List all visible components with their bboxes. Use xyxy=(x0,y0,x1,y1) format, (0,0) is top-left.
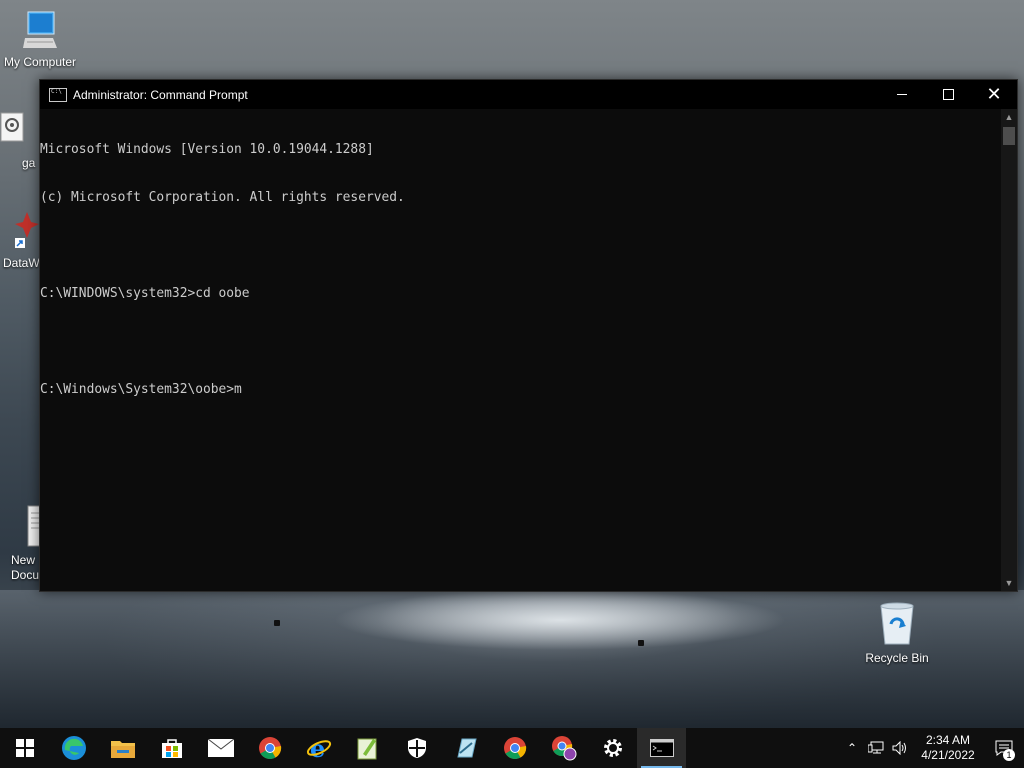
desktop-icon-dataw[interactable]: DataW xyxy=(0,210,40,270)
computer-icon xyxy=(0,10,80,53)
minimize-button[interactable] xyxy=(879,80,925,109)
console-line: Microsoft Windows [Version 10.0.19044.12… xyxy=(40,142,374,157)
scrollbar-thumb[interactable] xyxy=(1003,127,1015,145)
action-center-button[interactable]: 1 xyxy=(984,740,1024,761)
desktop-icon-my-computer[interactable]: My Computer xyxy=(0,10,80,69)
desktop-icon-label: DataW xyxy=(3,256,40,270)
edge-icon xyxy=(61,736,86,760)
clock-time: 2:34 AM xyxy=(925,733,971,747)
start-button[interactable] xyxy=(0,728,49,768)
chrome-icon xyxy=(551,736,576,761)
taskbar-clock[interactable]: 2:34 AM 4/21/2022 xyxy=(912,733,984,763)
console-line: C:\WINDOWS\system32>cd oobe xyxy=(40,286,250,301)
taskbar-file-explorer[interactable] xyxy=(98,728,147,768)
boat-2 xyxy=(638,640,644,646)
close-icon: ✕ xyxy=(986,84,1002,104)
taskbar-internet-explorer[interactable]: e xyxy=(294,728,343,768)
console-line: C:\Windows\System32\oobe>m xyxy=(40,382,242,397)
console-line: (c) Microsoft Corporation. All rights re… xyxy=(40,190,405,205)
show-hidden-icons-button[interactable]: ⌃ xyxy=(840,741,864,755)
shield-icon xyxy=(407,738,426,758)
gear-icon xyxy=(603,739,622,757)
mail-icon xyxy=(207,739,234,757)
volume-button[interactable] xyxy=(888,741,912,755)
desktop-icon-label: My Computer xyxy=(3,55,77,69)
taskbar: e ⌃ 2:34 AM 4/21/2022 1 xyxy=(0,728,1024,768)
desktop-icon-ga[interactable]: ga xyxy=(0,112,42,170)
recycle-bin-icon xyxy=(857,602,937,649)
taskbar-command-prompt[interactable] xyxy=(637,728,686,768)
store-icon xyxy=(161,739,182,758)
chrome-icon xyxy=(503,737,526,759)
taskbar-chrome-profile[interactable] xyxy=(539,728,588,768)
taskbar-edge[interactable] xyxy=(49,728,98,768)
chevron-up-icon: ⌃ xyxy=(846,741,858,755)
desktop-icon-label: Recycle Bin xyxy=(865,651,929,665)
maximize-button[interactable] xyxy=(925,80,971,109)
network-icon xyxy=(868,741,884,754)
network-button[interactable] xyxy=(864,741,888,755)
close-button[interactable]: ✕ xyxy=(971,80,1017,109)
taskbar-store[interactable] xyxy=(147,728,196,768)
windows-logo-icon xyxy=(15,739,34,757)
notification-count-badge: 1 xyxy=(1003,749,1015,761)
taskbar-notepad-plus[interactable] xyxy=(343,728,392,768)
desktop-icon-label: New Docu xyxy=(11,553,40,582)
window-titlebar[interactable]: Administrator: Command Prompt ✕ xyxy=(40,80,1017,109)
window-title: Administrator: Command Prompt xyxy=(73,87,248,102)
vertical-scrollbar[interactable]: ▲ ▼ xyxy=(1001,109,1017,591)
gear-document-icon xyxy=(0,112,24,145)
notepad-icon xyxy=(357,738,376,760)
desktop-icon-recycle-bin[interactable]: Recycle Bin xyxy=(857,602,937,665)
taskbar-chrome[interactable] xyxy=(245,728,294,768)
desktop-icon-label: ga xyxy=(22,156,36,170)
clock-date: 4/21/2022 xyxy=(921,748,975,762)
folder-icon xyxy=(110,741,135,758)
shortcut-app-icon xyxy=(14,210,40,253)
svg-text:e: e xyxy=(310,736,325,760)
taskbar-defender[interactable] xyxy=(392,728,441,768)
scroll-down-icon[interactable]: ▼ xyxy=(1001,575,1017,591)
ie-icon: e xyxy=(306,736,331,760)
scroll-up-icon[interactable]: ▲ xyxy=(1001,109,1017,125)
boat-1 xyxy=(274,620,280,626)
taskbar-mail[interactable] xyxy=(196,728,245,768)
system-tray: ⌃ 2:34 AM 4/21/2022 1 xyxy=(840,728,1024,768)
cmd-icon xyxy=(649,739,674,757)
chrome-icon xyxy=(258,737,281,759)
taskbar-chrome-2[interactable] xyxy=(490,728,539,768)
taskbar-ink[interactable] xyxy=(441,728,490,768)
cmd-app-icon xyxy=(49,87,67,102)
command-prompt-window[interactable]: Administrator: Command Prompt ✕ Microsof… xyxy=(39,79,1018,592)
console-output[interactable]: Microsoft Windows [Version 10.0.19044.12… xyxy=(40,109,1001,591)
taskbar-settings[interactable] xyxy=(588,728,637,768)
volume-icon xyxy=(892,741,906,755)
pen-icon xyxy=(456,738,477,758)
